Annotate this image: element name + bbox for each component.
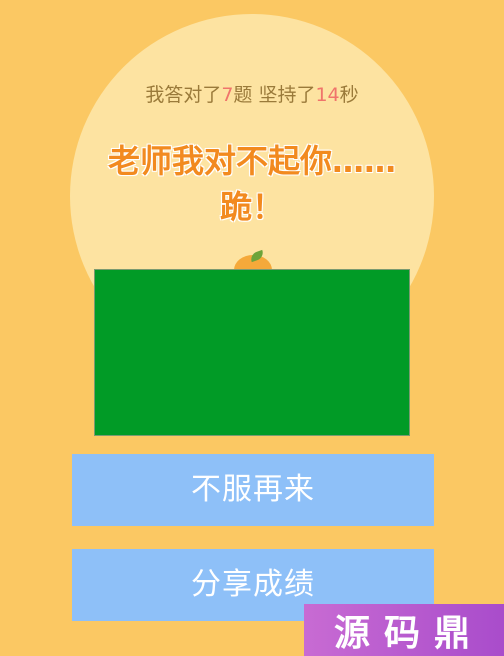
headline-line-2: 跪！ [219, 188, 284, 226]
retry-button[interactable]: 不服再来 [72, 454, 434, 526]
score-text-1: 我答对了 [145, 84, 222, 106]
result-image-panel [94, 269, 410, 436]
watermark-logo: 源码鼎 [304, 604, 504, 656]
correct-count: 7 [221, 84, 234, 106]
headline-line-1: 老师我对不起你…… [107, 142, 396, 180]
result-headline: 老师我对不起你…… 跪！ [80, 138, 424, 230]
score-text-3: 秒 [339, 84, 359, 106]
seconds-count: 14 [315, 84, 340, 106]
score-summary: 我答对了7题 坚持了14秒 [0, 80, 504, 107]
score-text-2: 题 坚持了 [233, 84, 316, 106]
